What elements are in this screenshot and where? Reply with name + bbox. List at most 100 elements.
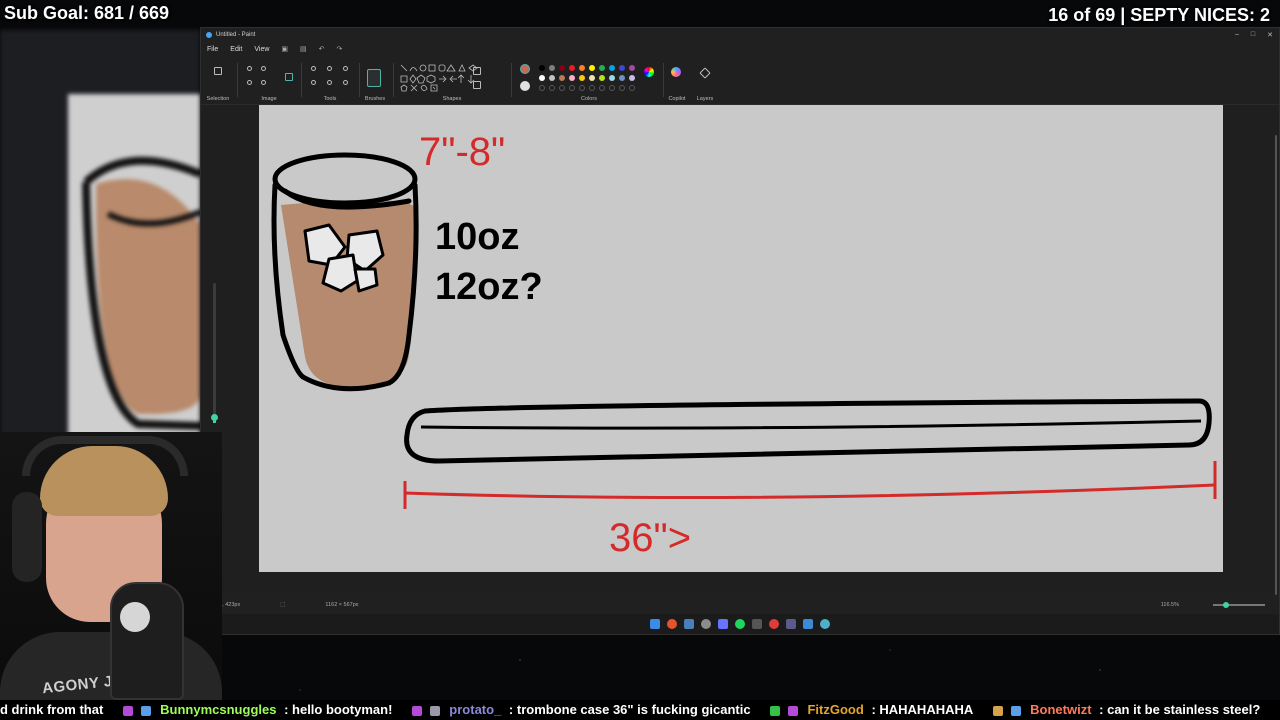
copilot-icon[interactable] bbox=[671, 67, 681, 77]
app-icon-2[interactable] bbox=[803, 619, 813, 629]
brush-size-slider[interactable] bbox=[211, 283, 218, 423]
group-label-selection: Selection bbox=[206, 96, 230, 102]
zoom-level[interactable]: 116.5% bbox=[1161, 602, 1179, 608]
color-swatch[interactable] bbox=[559, 65, 565, 71]
color-swatch[interactable] bbox=[539, 75, 545, 81]
chat-text: d drink from that bbox=[0, 702, 104, 717]
color-swatch[interactable] bbox=[569, 65, 575, 71]
canvas-area: 7"-8" 10oz 12oz? 36"> bbox=[201, 105, 1279, 595]
drawing-canvas[interactable]: 7"-8" 10oz 12oz? 36"> bbox=[259, 105, 1223, 572]
shapes-gallery-icon[interactable] bbox=[399, 63, 479, 93]
record-icon[interactable] bbox=[769, 619, 779, 629]
chat-username: protato_ bbox=[449, 702, 502, 717]
color-picker-icon[interactable] bbox=[327, 80, 332, 85]
color-swatch[interactable] bbox=[559, 75, 565, 81]
chat-ticker: d drink from that Bunnymcsnuggles : hell… bbox=[0, 700, 1280, 720]
ribbon-divider bbox=[393, 63, 394, 97]
color-swatch[interactable] bbox=[579, 75, 585, 81]
paint-taskbar-icon[interactable] bbox=[820, 619, 830, 629]
save-icon[interactable]: ▣ bbox=[281, 45, 288, 53]
steam-icon[interactable] bbox=[684, 619, 694, 629]
group-colors: Colors bbox=[515, 57, 663, 105]
custom-color-slot[interactable] bbox=[629, 85, 635, 91]
custom-color-slot[interactable] bbox=[589, 85, 595, 91]
fill-icon[interactable] bbox=[327, 66, 332, 71]
select-icon[interactable] bbox=[214, 67, 222, 75]
custom-color-slot[interactable] bbox=[549, 85, 555, 91]
menubar: File Edit View ▣ ▤ ↶ ↷ bbox=[201, 41, 1279, 57]
fill-shape-icon[interactable] bbox=[473, 81, 481, 89]
sub-badge-icon bbox=[1010, 705, 1021, 716]
mod-badge-icon bbox=[770, 705, 781, 716]
color-swatch[interactable] bbox=[579, 65, 585, 71]
color-swatch[interactable] bbox=[599, 65, 605, 71]
outline-icon[interactable] bbox=[473, 67, 481, 75]
save-as-icon[interactable]: ▤ bbox=[300, 45, 307, 53]
color-swatch[interactable] bbox=[629, 75, 635, 81]
pencil-icon[interactable] bbox=[311, 66, 316, 71]
chat-message: FitzGood : HAHAHAHAHA bbox=[768, 702, 991, 717]
settings-icon[interactable] bbox=[701, 619, 711, 629]
firefox-icon[interactable] bbox=[667, 619, 677, 629]
color-swatch[interactable] bbox=[609, 75, 615, 81]
spotify-icon[interactable] bbox=[735, 619, 745, 629]
group-shapes: Shapes bbox=[397, 57, 507, 105]
color-swatch[interactable] bbox=[599, 75, 605, 81]
paint-app-icon bbox=[206, 31, 212, 38]
custom-color-slot[interactable] bbox=[559, 85, 565, 91]
canvas-size: 1162 × 567px bbox=[325, 602, 359, 608]
color-swatch[interactable] bbox=[589, 75, 595, 81]
discord-icon[interactable] bbox=[718, 619, 728, 629]
menu-edit[interactable]: Edit bbox=[230, 46, 242, 53]
color-swatch[interactable] bbox=[619, 65, 625, 71]
rotate-icon[interactable] bbox=[247, 80, 252, 85]
color-swatch[interactable] bbox=[569, 75, 575, 81]
custom-color-slot[interactable] bbox=[579, 85, 585, 91]
color-swatch[interactable] bbox=[549, 65, 555, 71]
edit-colors-icon[interactable] bbox=[644, 67, 654, 77]
menu-file[interactable]: File bbox=[207, 46, 218, 53]
menu-view[interactable]: View bbox=[254, 46, 269, 53]
magnifier-icon[interactable] bbox=[343, 80, 348, 85]
image-options-icon[interactable] bbox=[285, 73, 293, 81]
app-icon[interactable] bbox=[786, 619, 796, 629]
color-swatch[interactable] bbox=[589, 65, 595, 71]
vertical-scrollbar[interactable] bbox=[1275, 135, 1277, 595]
close-icon[interactable]: ✕ bbox=[1267, 31, 1273, 39]
maximize-icon[interactable]: □ bbox=[1251, 31, 1255, 39]
color-swatch[interactable] bbox=[609, 65, 615, 71]
custom-color-slot[interactable] bbox=[599, 85, 605, 91]
flip-icon[interactable] bbox=[261, 80, 266, 85]
crop-icon[interactable] bbox=[247, 66, 252, 71]
custom-color-slot[interactable] bbox=[609, 85, 615, 91]
group-label-colors: Colors bbox=[581, 96, 597, 102]
slider-knob[interactable] bbox=[211, 414, 218, 421]
custom-color-slot[interactable] bbox=[539, 85, 545, 91]
ribbon-divider bbox=[301, 63, 302, 97]
zoom-slider-knob[interactable] bbox=[1223, 602, 1229, 608]
custom-color-slot[interactable] bbox=[569, 85, 575, 91]
color-swatch[interactable] bbox=[549, 75, 555, 81]
chat-text: : HAHAHAHAHA bbox=[871, 702, 974, 717]
blurred-cup-icon bbox=[82, 156, 200, 430]
primary-color-icon[interactable] bbox=[520, 64, 530, 74]
zoom-slider[interactable] bbox=[1213, 602, 1265, 608]
start-icon[interactable] bbox=[650, 619, 660, 629]
secondary-color-icon[interactable] bbox=[520, 81, 530, 91]
resize-icon[interactable] bbox=[261, 66, 266, 71]
color-swatch[interactable] bbox=[539, 65, 545, 71]
redo-icon[interactable]: ↷ bbox=[337, 45, 343, 53]
custom-color-slot[interactable] bbox=[619, 85, 625, 91]
sub-badge-icon bbox=[412, 705, 423, 716]
webcam-feed: AGONY JU bbox=[0, 432, 222, 700]
text-icon[interactable] bbox=[343, 66, 348, 71]
color-swatch[interactable] bbox=[629, 65, 635, 71]
obs-icon[interactable] bbox=[752, 619, 762, 629]
eraser-icon[interactable] bbox=[311, 80, 316, 85]
layers-icon[interactable] bbox=[699, 67, 711, 79]
minimize-icon[interactable]: – bbox=[1235, 31, 1239, 39]
undo-icon[interactable]: ↶ bbox=[319, 45, 325, 53]
brush-icon[interactable] bbox=[367, 69, 381, 87]
status-bar: 196, 423px ⬚ 1162 × 567px 116.5% bbox=[201, 598, 1279, 612]
color-swatch[interactable] bbox=[619, 75, 625, 81]
